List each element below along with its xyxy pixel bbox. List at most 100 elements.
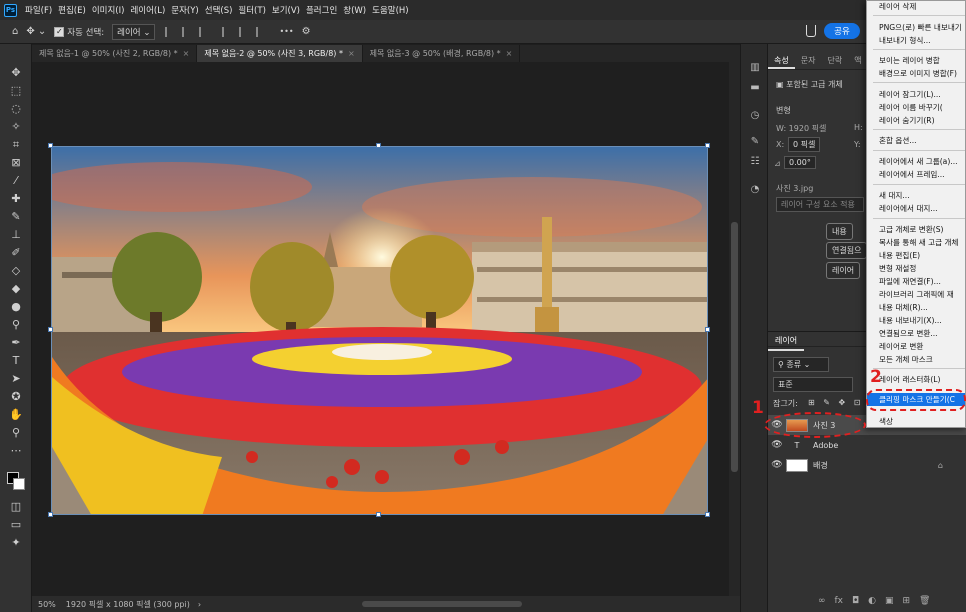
eye-icon[interactable]: 👁 [768,460,786,470]
layer-name[interactable]: Adobe [813,441,838,450]
link-layers-icon[interactable]: ∞ [818,596,826,606]
canvas-area[interactable] [32,62,740,596]
transform-handle[interactable] [705,143,710,148]
fx-icon[interactable]: fx [835,596,844,606]
quick-mask-icon[interactable]: ◫ [8,500,24,514]
layer-row-background[interactable]: 👁 배경 ⌂ [768,455,966,475]
tab-character[interactable]: 문자 [795,52,822,69]
layer-name[interactable]: 배경 [813,460,828,471]
crop-tool-icon[interactable]: ⌗ [8,138,24,152]
menu-item[interactable]: 라이브러리 그래픽에 재 [867,289,965,300]
adjustment-layer-icon[interactable]: ◐ [868,596,876,606]
menu-item[interactable]: 색상 [867,416,965,427]
layer-row-adobe[interactable]: 👁 T Adobe [768,435,966,455]
screen-mode-icon[interactable]: ▭ [8,518,24,532]
menu-edit[interactable]: 편집(E) [58,4,86,16]
menu-help[interactable]: 도움말(H) [372,4,408,16]
lock-icons[interactable]: ⊞ ✎ ✥ ⊡ [808,398,863,407]
pen-tool-icon[interactable]: ✒ [8,336,24,350]
layer-filter-dropdown[interactable]: ⚲ 종류 ⌄ [773,357,829,372]
menu-item[interactable]: 배경으로 이미지 병합(F) [867,68,965,79]
add-mask-icon[interactable]: ◘ [852,596,859,606]
menu-item[interactable]: 레이어 이름 바꾸기( [867,102,965,113]
menu-image[interactable]: 이미지(I) [92,4,125,16]
align-center-icon[interactable] [182,26,191,37]
vertical-scrollbar[interactable] [729,62,740,596]
menu-layer[interactable]: 레이어(L) [130,4,165,16]
more-options-button[interactable]: ••• [279,27,293,36]
menu-plugins[interactable]: 플러그인 [306,4,337,16]
menu-window[interactable]: 창(W) [343,4,366,16]
menu-item[interactable]: 내용 내보내기(X)... [867,315,965,326]
libraries-icon[interactable]: ▥ [749,62,761,73]
transform-handle[interactable] [48,327,53,332]
new-group-icon[interactable]: ▣ [885,596,894,606]
tab-document-1[interactable]: 제목 없음-1 @ 50% (사진 2, RGB/8) * × [32,45,198,62]
menu-item[interactable]: 파일에 재연결(F)... [867,276,965,287]
transform-handle[interactable] [376,143,381,148]
adjustments-icon[interactable]: ☷ [749,156,761,167]
close-icon[interactable]: × [506,49,513,58]
menu-item[interactable]: 레이어에서 프레임... [867,169,965,180]
menu-item[interactable]: 내용 대체(R)... [867,302,965,313]
transform-handle[interactable] [48,143,53,148]
lasso-tool-icon[interactable]: ◌ [8,102,24,116]
zoom-tool-icon[interactable]: ⚲ [8,426,24,440]
zoom-level[interactable]: 50% [38,600,56,609]
move-tool-icon[interactable]: ✥ [8,66,24,80]
tulip-garden-photo[interactable] [51,146,708,515]
transform-handle[interactable] [376,512,381,517]
hand-tool-icon[interactable]: ✋ [8,408,24,422]
move-tool-icon[interactable]: ✥ ⌄ [26,26,46,37]
dodge-tool-icon[interactable]: ⚲ [8,318,24,332]
transform-handle[interactable] [705,327,710,332]
history-icon[interactable]: ◷ [749,110,761,121]
trash-icon[interactable]: 🗑 [919,596,930,606]
menu-view[interactable]: 보기(V) [272,4,300,16]
healing-brush-icon[interactable]: ✚ [8,192,24,206]
chevron-right-icon[interactable]: › [198,600,201,609]
marquee-tool-icon[interactable]: ⬚ [8,84,24,98]
menu-item[interactable]: 레이어 삭제 [867,1,965,12]
menu-item[interactable]: 내용 편집(E) [867,250,965,261]
brush-settings-icon[interactable]: ✎ [749,136,761,147]
comments-icon[interactable]: ▬ [749,82,761,93]
tab-paragraph[interactable]: 단락 [821,52,848,69]
menu-item[interactable]: 모든 개체 마스크 [867,354,965,365]
align-top-icon[interactable] [222,26,231,37]
frame-tool-icon[interactable]: ⊠ [8,156,24,170]
menu-item[interactable]: 보이는 레이어 병합 [867,55,965,66]
tab-more[interactable]: 액 [848,52,867,69]
new-layer-icon[interactable]: ⊞ [903,596,911,606]
background-color-swatch[interactable] [13,478,25,490]
menu-item[interactable]: 새 대지... [867,190,965,201]
generative-icon[interactable]: ✦ [8,536,24,550]
gear-icon[interactable]: ⚙ [302,26,311,37]
brush-tool-icon[interactable]: ✎ [8,210,24,224]
edit-contents-button[interactable]: 내용 [826,223,853,240]
angle-field[interactable]: 0.00° [784,156,816,169]
convert-layers-button[interactable]: 레이어 [826,262,861,279]
home-icon[interactable]: ⌂ [12,26,18,37]
clone-source-icon[interactable]: ◔ [749,184,761,195]
more-tools-icon[interactable]: ⋯ [8,444,24,458]
tab-document-2[interactable]: 제목 없음-2 @ 50% (사진 3, RGB/8) * × [197,45,363,62]
menu-item[interactable]: 레이어 숨기기(R) [867,115,965,126]
menu-filter[interactable]: 필터(T) [238,4,265,16]
menu-item[interactable]: 레이어 잠그기(L)... [867,89,965,100]
width-value[interactable]: W: 1920 픽셀 [776,123,826,134]
close-icon[interactable]: × [348,49,355,58]
transform-handle[interactable] [705,512,710,517]
blend-mode-dropdown[interactable]: 표준 [773,377,853,392]
transform-handle[interactable] [48,512,53,517]
menu-item[interactable]: PNG으(로) 빠른 내보내기 [867,22,965,33]
align-left-icon[interactable] [165,26,174,37]
blur-tool-icon[interactable]: ● [8,300,24,314]
layer-comp-dropdown[interactable]: 레이어 구성 요소 적용 [776,197,864,212]
menu-item[interactable]: 레이어에서 대지... [867,203,965,214]
flask-icon[interactable] [806,25,816,37]
align-right-icon[interactable] [199,26,208,37]
eraser-icon[interactable]: ◇ [8,264,24,278]
stamp-tool-icon[interactable]: ⊥ [8,228,24,242]
menu-item[interactable]: 레이어에서 새 그룹(a)... [867,156,965,167]
